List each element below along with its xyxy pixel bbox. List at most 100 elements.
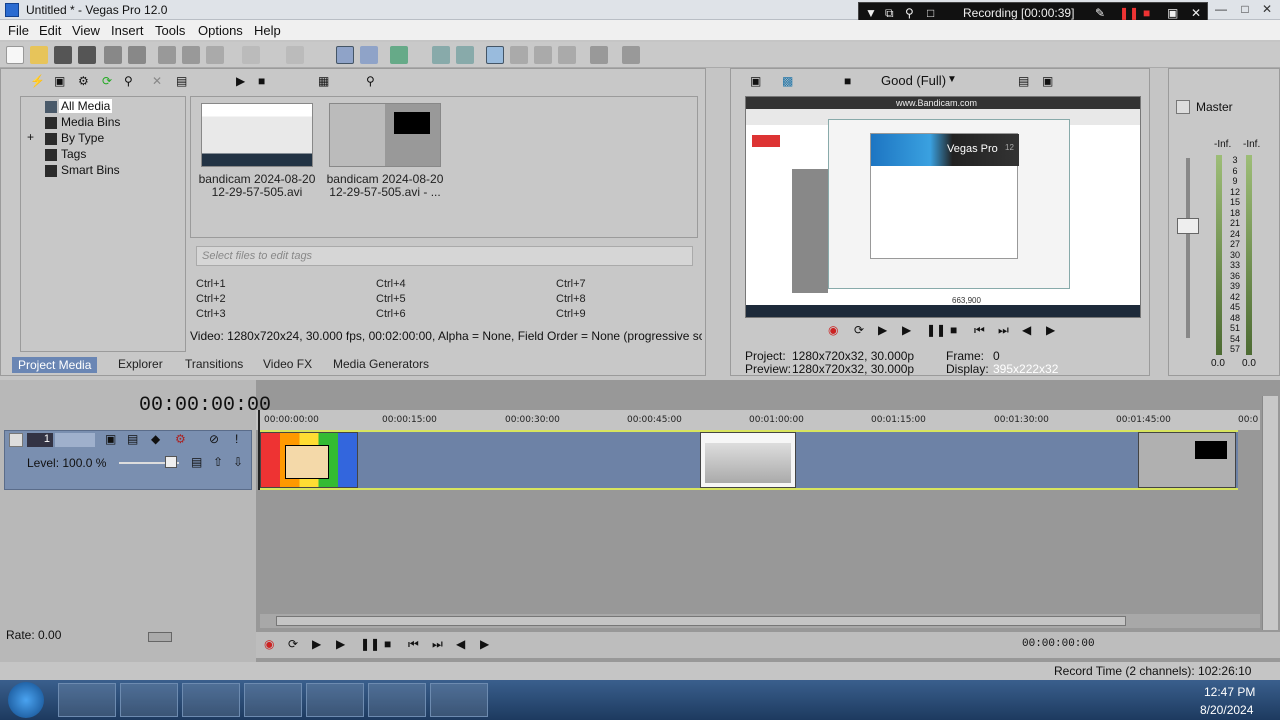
media-thumbnail-2[interactable] (329, 103, 441, 167)
tab-video-fx[interactable]: Video FX (263, 357, 312, 371)
move-up-icon[interactable]: ⇧ (213, 455, 223, 469)
windows-start-icon[interactable] (8, 682, 44, 718)
tree-item-all-media[interactable]: All Media (59, 99, 113, 113)
stop-icon[interactable]: ■ (1143, 6, 1150, 20)
track-fx-icon[interactable]: ⚙ (175, 432, 186, 446)
go-to-end-icon[interactable]: ⏭ (998, 323, 1009, 338)
menu-edit[interactable]: Edit (39, 23, 61, 38)
minimize-button[interactable]: — (1212, 2, 1230, 17)
previous-frame-icon[interactable]: ◀ (456, 637, 465, 651)
redo-icon[interactable] (286, 46, 304, 64)
tab-project-media[interactable]: Project Media (12, 357, 98, 373)
new-icon[interactable] (6, 46, 24, 64)
stop-icon[interactable]: ■ (384, 637, 391, 651)
selection-tool-icon[interactable] (558, 46, 576, 64)
video-clip-1[interactable] (260, 432, 358, 488)
cut-icon[interactable] (158, 46, 176, 64)
menu-insert[interactable]: Insert (111, 23, 144, 38)
tab-transitions[interactable]: Transitions (185, 357, 243, 371)
external-monitor-icon[interactable]: ▩ (782, 74, 793, 88)
undo-icon[interactable] (242, 46, 260, 64)
taskbar-7zip-icon[interactable] (368, 683, 426, 717)
taskbar-globe-icon[interactable] (182, 683, 240, 717)
go-to-end-icon[interactable]: ⏭ (432, 637, 443, 652)
go-to-start-icon[interactable]: ⏮ (974, 323, 985, 338)
vertical-scrollbar[interactable] (1262, 396, 1278, 630)
dropdown-icon[interactable]: ▼ (865, 6, 877, 20)
menu-options[interactable]: Options (198, 23, 243, 38)
normal-edit-tool-icon[interactable] (336, 46, 354, 64)
open-icon[interactable] (30, 46, 48, 64)
previous-frame-icon[interactable]: ◀ (1022, 323, 1031, 337)
taskbar-terminal-icon[interactable] (58, 683, 116, 717)
master-fader[interactable] (1177, 218, 1199, 234)
paste-icon[interactable] (206, 46, 224, 64)
loop-icon[interactable]: ⟳ (288, 637, 298, 651)
media-thumbnail-1[interactable] (201, 103, 313, 167)
video-track-header[interactable]: 1 ▣ ▤ ◆ ⚙ ⊘ ! Level: 100.0 % ▤ ⇧ ⇩ (4, 430, 252, 490)
properties-icon[interactable] (128, 46, 146, 64)
menu-file[interactable]: File (8, 23, 29, 38)
next-frame-icon[interactable]: ▶ (480, 637, 489, 651)
copy-icon[interactable] (182, 46, 200, 64)
play-media-icon[interactable]: ▶ (236, 74, 245, 88)
play-from-start-icon[interactable]: ▶ (312, 637, 321, 651)
horizontal-scrollbar[interactable] (260, 614, 1260, 628)
tab-explorer[interactable]: Explorer (118, 357, 163, 371)
video-clip-2[interactable] (700, 432, 796, 488)
menu-view[interactable]: View (72, 23, 100, 38)
pencil-icon[interactable]: ✎ (1095, 6, 1105, 20)
render-icon[interactable] (104, 46, 122, 64)
move-down-icon[interactable]: ⇩ (233, 455, 243, 469)
copy-snapshot-icon[interactable]: ▤ (1018, 74, 1029, 88)
taskbar-vegas-icon[interactable] (430, 683, 488, 717)
lock-envelopes-icon[interactable] (432, 46, 450, 64)
loop-icon[interactable]: ⟳ (854, 323, 864, 337)
play-icon[interactable]: ▶ (336, 637, 345, 651)
taskbar-media-player-icon[interactable] (120, 683, 178, 717)
pause-icon[interactable]: ❚❚ (1119, 6, 1139, 20)
stop-icon[interactable]: ■ (950, 323, 957, 337)
tree-item-tags[interactable]: Tags (61, 147, 86, 161)
search-media-icon[interactable]: ⚲ (366, 74, 375, 88)
rate-slider[interactable] (148, 632, 172, 642)
close-recorder-icon[interactable]: ✕ (1191, 6, 1201, 20)
pause-icon[interactable]: ❚❚ (926, 323, 946, 337)
tree-item-by-type[interactable]: By Type (61, 131, 104, 145)
track-icon[interactable]: ▤ (191, 455, 202, 469)
taskbar-firefox-icon[interactable] (244, 683, 302, 717)
play-from-start-icon[interactable]: ▶ (878, 323, 887, 337)
record-icon[interactable]: ◉ (264, 637, 274, 651)
refresh-icon[interactable]: ⟳ (102, 74, 112, 88)
preview-properties-icon[interactable]: ▣ (750, 74, 761, 88)
next-frame-icon[interactable]: ▶ (1046, 323, 1055, 337)
views-icon[interactable]: ▦ (318, 74, 329, 88)
envelope-tool-icon[interactable] (360, 46, 378, 64)
preview-quality-select[interactable]: Good (Full) (881, 73, 946, 88)
zoom-tool-icon[interactable] (534, 46, 552, 64)
mute-icon[interactable]: ⊘ (209, 432, 219, 446)
tab-media-generators[interactable]: Media Generators (333, 357, 429, 371)
record-icon[interactable]: ◉ (828, 323, 838, 337)
import-icon[interactable]: ⚡ (30, 74, 45, 88)
save-snapshot-icon[interactable]: ▣ (1042, 74, 1053, 88)
ignore-grouping-icon[interactable] (456, 46, 474, 64)
auto-ripple-icon[interactable] (390, 46, 408, 64)
expand-icon[interactable]: + (27, 130, 34, 144)
maximize-button[interactable]: □ (1236, 2, 1254, 17)
save-as-icon[interactable] (78, 46, 96, 64)
track-name-field[interactable] (55, 433, 95, 447)
get-media-icon[interactable]: ⚙ (78, 74, 89, 88)
level-slider[interactable] (165, 456, 177, 468)
collapse-track-icon[interactable] (9, 433, 23, 447)
composite-icon[interactable]: ◆ (151, 432, 160, 446)
camera-icon[interactable]: ▣ (1167, 6, 1178, 20)
go-to-start-icon[interactable]: ⏮ (408, 637, 419, 652)
playhead[interactable] (258, 410, 260, 490)
find-media-icon[interactable]: ⚲ (124, 74, 133, 88)
track-motion-icon[interactable]: ▤ (127, 432, 138, 446)
video-clip-3[interactable] (1138, 432, 1236, 488)
bypass-motion-blur-icon[interactable]: ▣ (105, 432, 116, 446)
menu-help[interactable]: Help (254, 23, 281, 38)
menu-tools[interactable]: Tools (155, 23, 185, 38)
